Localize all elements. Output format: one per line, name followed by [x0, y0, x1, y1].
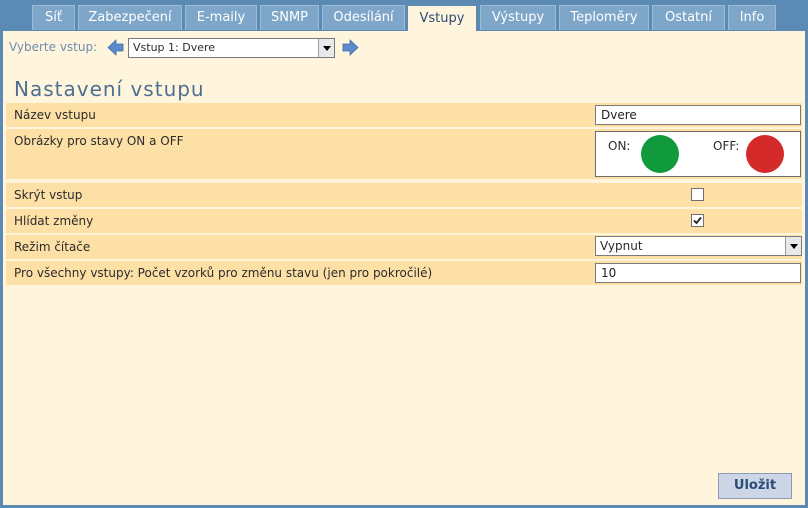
off-state-image[interactable]	[746, 135, 784, 173]
row-input-name: Název vstupu	[6, 103, 802, 127]
on-label: ON:	[608, 139, 631, 153]
row-hide-input: Skrýt vstup	[6, 183, 802, 207]
tab-bar: Síť Zabezpečení E-maily SNMP Odesílání V…	[0, 0, 808, 33]
samples-field[interactable]	[595, 263, 801, 283]
watch-changes-checkbox[interactable]	[691, 214, 704, 227]
counter-mode-select[interactable]: Vypnut	[595, 236, 802, 256]
chevron-down-icon[interactable]	[785, 237, 801, 255]
counter-mode-value: Vypnut	[600, 239, 643, 253]
on-state-image[interactable]	[641, 135, 679, 173]
tab-e-maily[interactable]: E-maily	[185, 5, 257, 30]
input-select[interactable]: Vstup 1: Dvere	[128, 38, 335, 58]
input-name-field[interactable]	[595, 105, 801, 125]
row-counter-mode: Režim čítače Vypnut	[6, 235, 802, 259]
input-selector-label: Vyberte vstup:	[9, 40, 98, 54]
checkmark-icon	[693, 216, 702, 225]
tab-vstupy[interactable]: Vstupy	[408, 6, 476, 33]
save-button[interactable]: Uložit	[718, 473, 792, 499]
hide-input-checkbox[interactable]	[691, 188, 704, 201]
tab-sit[interactable]: Síť	[32, 5, 75, 30]
tab-ostatni[interactable]: Ostatní	[652, 5, 725, 30]
counter-mode-label: Režim čítače	[14, 240, 91, 254]
state-images-box: ON: OFF:	[595, 131, 801, 177]
arrow-right-icon[interactable]	[342, 39, 359, 56]
row-samples: Pro všechny vstupy: Počet vzorků pro změ…	[6, 261, 802, 285]
input-select-value: Vstup 1: Dvere	[133, 41, 216, 54]
state-images-label: Obrázky pro stavy ON a OFF	[14, 134, 184, 148]
row-state-images: Obrázky pro stavy ON a OFF ON: OFF:	[6, 129, 802, 179]
watch-changes-label: Hlídat změny	[14, 214, 94, 228]
input-selector-bar: Vyberte vstup: Vstup 1: Dvere	[9, 37, 409, 59]
tab-zabezpeceni[interactable]: Zabezpečení	[78, 5, 182, 30]
row-watch-changes: Hlídat změny	[6, 209, 802, 233]
tab-teplomery[interactable]: Teploměry	[559, 5, 649, 30]
tab-snmp[interactable]: SNMP	[260, 5, 319, 30]
tab-odesilani[interactable]: Odesílání	[322, 5, 405, 30]
tab-vystupy[interactable]: Výstupy	[480, 5, 556, 30]
page-title: Nastavení vstupu	[14, 77, 205, 101]
chevron-down-icon[interactable]	[318, 39, 334, 57]
main-panel: Vyberte vstup: Vstup 1: Dvere Nastavení …	[3, 31, 805, 505]
off-label: OFF:	[713, 139, 740, 153]
input-name-label: Název vstupu	[14, 108, 96, 122]
samples-label: Pro všechny vstupy: Počet vzorků pro změ…	[14, 266, 433, 280]
arrow-left-icon[interactable]	[107, 39, 124, 56]
hide-input-label: Skrýt vstup	[14, 188, 83, 202]
tab-info[interactable]: Info	[728, 5, 776, 30]
